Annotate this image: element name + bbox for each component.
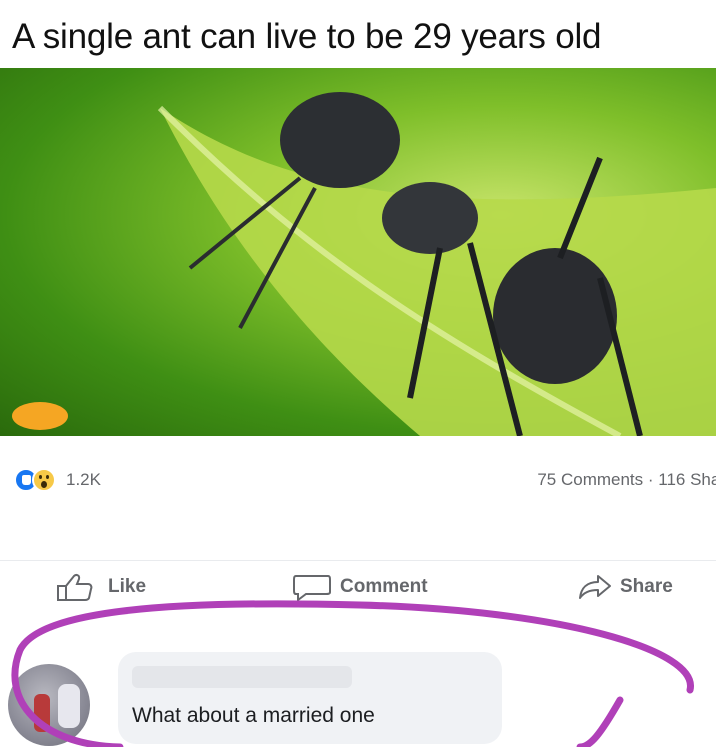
ant-photo-illustration [12, 92, 716, 436]
reaction-count[interactable]: 1.2K [66, 470, 101, 490]
reactions-row: 1.2K 75 Comments · 116 Shar [0, 462, 716, 496]
post-title: A single ant can live to be 29 years old [12, 17, 602, 56]
share-label: Share [620, 576, 673, 597]
comment-icon [293, 575, 331, 602]
engagement-summary[interactable]: 75 Comments · 116 Shar [537, 470, 716, 490]
like-button[interactable]: Like [56, 569, 146, 605]
post-photo[interactable] [0, 68, 716, 436]
share-icon [579, 575, 611, 599]
comment-button[interactable]: Comment [292, 569, 428, 605]
blurred-commenter-name [132, 666, 352, 688]
comment-text: What about a married one [132, 704, 375, 727]
action-bar: Like Comment Share [0, 560, 716, 612]
thumbs-up-icon [57, 574, 93, 601]
comment-area: What about a married one [0, 612, 716, 747]
comment-bubble: What about a married one [118, 652, 502, 744]
comment-label: Comment [340, 576, 428, 597]
wow-icon[interactable] [32, 468, 56, 492]
share-button[interactable]: Share [578, 569, 673, 605]
avatar[interactable] [8, 664, 90, 746]
like-label: Like [108, 576, 147, 597]
